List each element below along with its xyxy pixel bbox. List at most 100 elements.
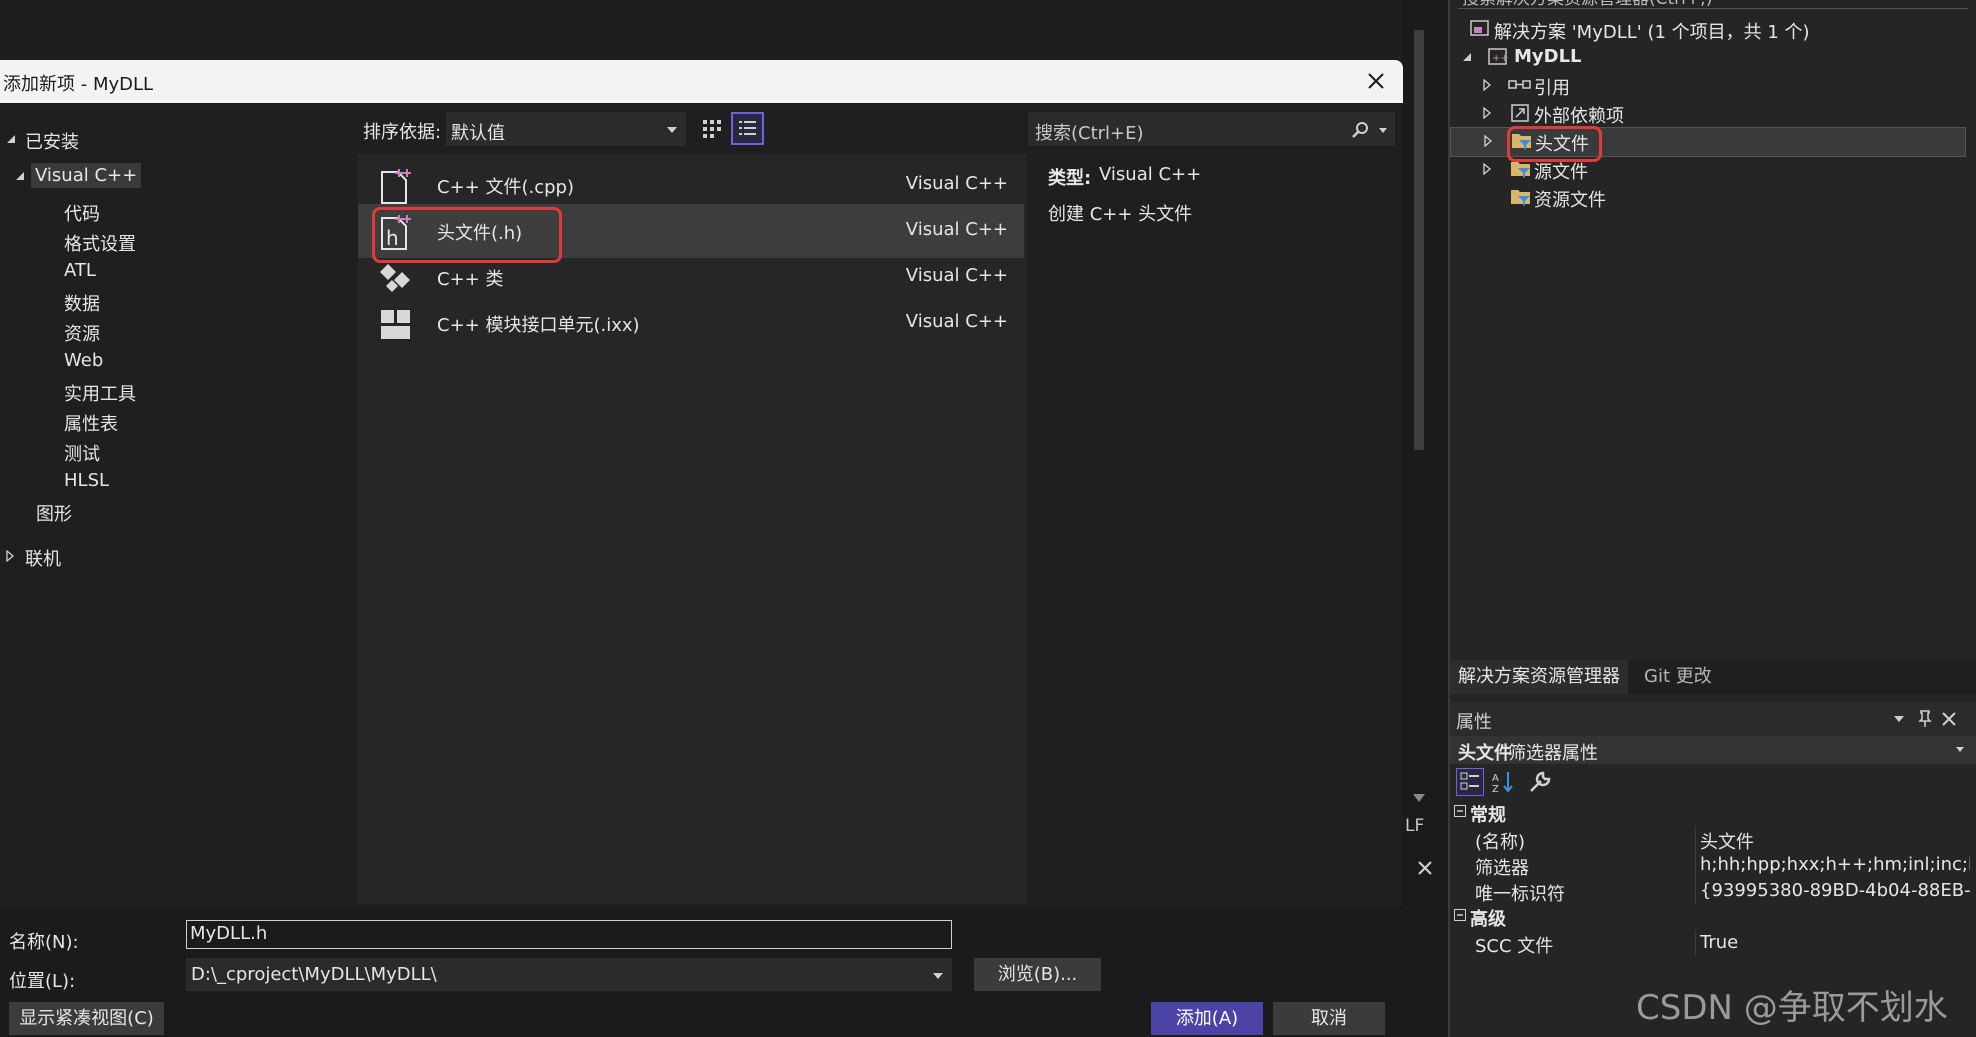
chevron-down-icon[interactable] <box>1894 716 1904 722</box>
close-icon[interactable] <box>1942 712 1956 726</box>
property-value: {93995380-89BD-4b04-88EB-625FBE52EBFB} <box>1700 880 1970 901</box>
editor-scrollbar[interactable] <box>1414 30 1424 450</box>
property-value: True <box>1700 932 1739 953</box>
property-row[interactable]: 筛选器 h;hh;hpp;hxx;h++;hm;inl;inc;ipp <box>1450 852 1976 879</box>
browse-button[interactable]: 浏览(B)... <box>974 958 1101 991</box>
solution-explorer: 搜索解决方案资源管理器(Ctrl+;) 解决方案 'MyDLL' (1 个项目，… <box>1450 0 1976 694</box>
grid-view-icon[interactable] <box>698 115 726 143</box>
tree-item-atl[interactable]: ATL <box>64 260 96 281</box>
list-view-icon[interactable] <box>731 112 764 145</box>
name-input[interactable]: MyDLL.h <box>186 920 952 949</box>
section-header-general[interactable]: 常规 <box>1450 800 1976 826</box>
property-pages-icon[interactable] <box>1526 768 1554 796</box>
compact-view-button[interactable]: 显示紧凑视图(C) <box>9 1002 164 1035</box>
column-divider <box>1695 826 1696 852</box>
right-tool-panel: 搜索解决方案资源管理器(Ctrl+;) 解决方案 'MyDLL' (1 个项目，… <box>1448 0 1976 1037</box>
collapsed-caret-icon <box>1483 107 1492 119</box>
cancel-button[interactable]: 取消 <box>1273 1002 1385 1035</box>
collapsed-caret-icon <box>1483 79 1492 91</box>
pin-icon[interactable] <box>1918 710 1932 728</box>
object-selector[interactable]: 头文件 筛选器属性 <box>1450 736 1976 764</box>
bottom-form: 名称(N): MyDLL.h 位置(L): D:\_cproject\MyDLL… <box>0 906 1403 1037</box>
template-details: 类型: Visual C++ 创建 C++ 头文件 <box>1028 154 1398 904</box>
tree-item-code[interactable]: 代码 <box>64 200 100 226</box>
property-key: SCC 文件 <box>1475 936 1554 957</box>
tab-git-changes[interactable]: Git 更改 <box>1636 660 1720 694</box>
project-label: MyDLL <box>1514 46 1582 67</box>
collapsed-caret-icon <box>1484 135 1493 147</box>
dialog-title: 添加新项 - MyDLL <box>3 74 154 95</box>
expanded-caret-icon <box>16 172 24 180</box>
dialog-titlebar: 添加新项 - MyDLL <box>0 60 1403 103</box>
sort-dropdown[interactable]: 默认值 <box>446 112 686 146</box>
tree-item-hlsl[interactable]: HLSL <box>64 470 109 491</box>
categorized-icon[interactable] <box>1456 768 1484 796</box>
sort-dropdown-value: 默认值 <box>451 123 505 144</box>
watermark: CSDN @争取不划水 <box>1636 988 1948 1028</box>
property-key: 唯一标识符 <box>1475 884 1565 905</box>
highlight-box <box>372 207 562 263</box>
section-header-advanced[interactable]: 高级 <box>1450 904 1976 930</box>
location-dropdown[interactable]: D:\_cproject\MyDLL\MyDLL\ <box>186 958 952 991</box>
property-row[interactable]: (名称) 头文件 <box>1450 826 1976 853</box>
property-row[interactable]: SCC 文件 True <box>1450 930 1976 957</box>
property-row[interactable]: 唯一标识符 {93995380-89BD-4b04-88EB-625FBE52E… <box>1450 878 1976 905</box>
chevron-down-icon <box>667 127 677 133</box>
search-input[interactable]: 搜索(Ctrl+E) <box>1028 112 1395 146</box>
name-input-value: MyDLL.h <box>190 923 268 944</box>
tree-item-formatting[interactable]: 格式设置 <box>64 230 136 256</box>
svg-text:++: ++ <box>1492 53 1508 64</box>
property-key: 筛选器 <box>1475 858 1529 879</box>
line-ending-indicator[interactable]: LF <box>1405 816 1424 836</box>
tree-item-data[interactable]: 数据 <box>64 290 100 316</box>
close-icon[interactable] <box>1363 68 1389 94</box>
property-value: 头文件 <box>1700 832 1754 853</box>
chevron-down-icon <box>1956 747 1964 752</box>
alphabetical-icon[interactable]: AZ <box>1490 768 1518 796</box>
name-label: 名称(N): <box>9 932 79 953</box>
property-key: (名称) <box>1475 832 1526 853</box>
scroll-down-icon[interactable] <box>1413 794 1425 802</box>
template-list: C++ 文件(.cpp) Visual C++ h 头文件(.h) Visual… <box>358 154 1026 904</box>
template-language: Visual C++ <box>905 265 1008 286</box>
properties-header: 属性 <box>1450 702 1976 736</box>
collapse-icon <box>1454 805 1466 817</box>
tree-item-utility[interactable]: 实用工具 <box>64 380 136 406</box>
tree-label: 引用 <box>1534 78 1570 99</box>
search-icon <box>1352 122 1368 138</box>
tree-item-resource[interactable]: 资源 <box>64 320 100 346</box>
properties-title: 属性 <box>1456 712 1492 733</box>
tree-label: 资源文件 <box>1534 190 1606 211</box>
tree-item-property-sheets[interactable]: 属性表 <box>64 410 118 436</box>
solution-search-input[interactable]: 搜索解决方案资源管理器(Ctrl+;) <box>1458 0 1968 9</box>
template-language: Visual C++ <box>905 219 1008 240</box>
cpp-project-icon: ++ <box>1488 48 1508 65</box>
cpp-file-icon <box>376 166 416 206</box>
tree-item-graphics[interactable]: 图形 <box>36 500 72 526</box>
close-icon[interactable] <box>1417 860 1433 876</box>
detail-type-label: 类型: <box>1048 168 1092 189</box>
tree-label-installed: 已安装 <box>25 132 79 153</box>
solution-label: 解决方案 'MyDLL' (1 个项目，共 1 个) <box>1494 22 1810 43</box>
object-name: 头文件 <box>1458 743 1512 764</box>
section-title: 高级 <box>1470 909 1506 930</box>
property-value: h;hh;hpp;hxx;h++;hm;inl;inc;ipp <box>1700 854 1970 875</box>
column-divider <box>1695 930 1696 956</box>
column-divider <box>1695 878 1696 904</box>
highlight-box <box>1507 126 1602 162</box>
sort-label: 排序依据: <box>363 122 442 143</box>
search-placeholder: 搜索(Ctrl+E) <box>1035 123 1144 144</box>
template-name: C++ 类 <box>437 269 504 290</box>
tab-solution-explorer[interactable]: 解决方案资源管理器 <box>1450 660 1628 694</box>
location-label: 位置(L): <box>9 971 76 992</box>
collapse-icon <box>1454 909 1466 921</box>
template-name: C++ 文件(.cpp) <box>437 177 574 198</box>
chevron-down-icon <box>933 973 943 979</box>
properties-toolbar: AZ <box>1450 764 1976 800</box>
tree-item-web[interactable]: Web <box>64 350 103 371</box>
add-button[interactable]: 添加(A) <box>1151 1002 1263 1035</box>
tree-item-test[interactable]: 测试 <box>64 440 100 466</box>
editor-edge: LF <box>1403 0 1448 1037</box>
location-value: D:\_cproject\MyDLL\MyDLL\ <box>191 964 437 985</box>
template-row-module-unit[interactable]: C++ 模块接口单元(.ixx) Visual C++ <box>358 296 1024 350</box>
